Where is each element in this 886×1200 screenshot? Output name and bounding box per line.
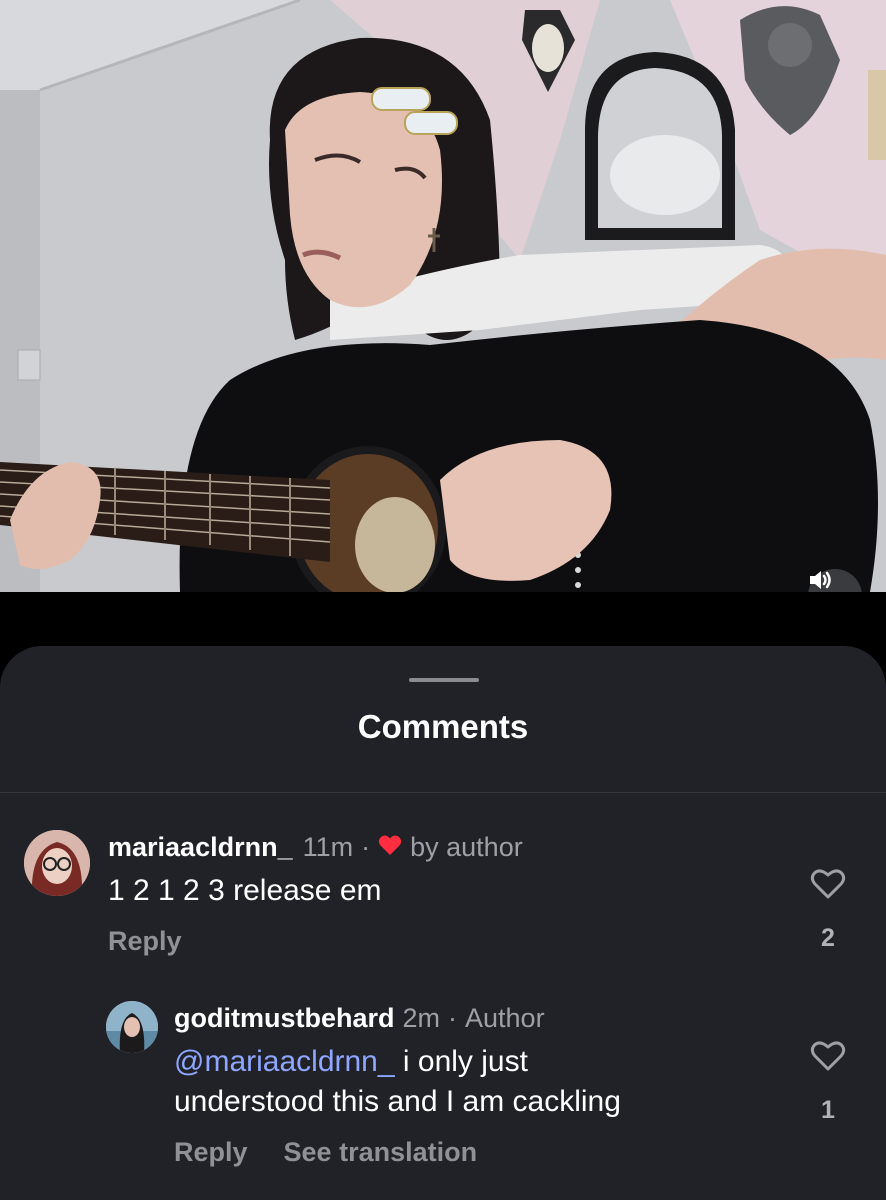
like-count: 2 <box>821 924 835 952</box>
username[interactable]: goditmustbehard <box>174 1003 395 1034</box>
like-button[interactable] <box>808 868 848 905</box>
comment-time: 2m <box>402 1003 441 1033</box>
avatar[interactable] <box>106 1001 158 1053</box>
comment-meta: goditmustbehard 2m · Author <box>174 1003 545 1034</box>
comment-actions: Reply See translation <box>174 1137 477 1168</box>
meta-separator: · <box>448 1003 458 1033</box>
see-translation-button[interactable]: See translation <box>284 1137 478 1168</box>
avatar[interactable] <box>24 830 90 896</box>
comments-sheet: Comments mariaacldrnn_ 11m · by author 1 <box>0 646 886 1200</box>
red-heart-icon <box>378 832 402 863</box>
liked-by-author-label: by author <box>410 832 523 862</box>
like-count: 1 <box>821 1096 835 1124</box>
heart-outline-icon <box>810 1041 846 1071</box>
comment-text: 1 2 1 2 3 release em <box>108 874 382 907</box>
comment-actions: Reply <box>108 926 182 957</box>
comment-text-line2: understood this and I am cackling <box>174 1085 621 1118</box>
comment-text-line1: i only just <box>394 1045 528 1078</box>
like-button[interactable] <box>808 1040 848 1077</box>
video-frame <box>0 0 886 592</box>
comment-time: 11m <box>302 832 354 862</box>
author-badge: Author <box>465 1003 545 1033</box>
reply-button[interactable]: Reply <box>108 926 182 957</box>
header-divider <box>0 792 886 793</box>
video-player[interactable] <box>0 0 886 592</box>
comments-title: Comments <box>357 708 529 745</box>
heart-outline-icon <box>810 869 846 899</box>
comment-meta: mariaacldrnn_ 11m · by author <box>108 832 523 863</box>
mention-link[interactable]: @mariaacldrnn_ <box>174 1045 395 1078</box>
sheet-drag-handle[interactable] <box>409 678 479 682</box>
meta-separator: · <box>361 832 371 862</box>
comment-text: @mariaacldrnn_ i only just understood th… <box>174 1042 734 1122</box>
speaker-on-icon <box>810 571 831 589</box>
reply-button[interactable]: Reply <box>174 1137 248 1168</box>
username[interactable]: mariaacldrnn_ <box>108 832 293 863</box>
